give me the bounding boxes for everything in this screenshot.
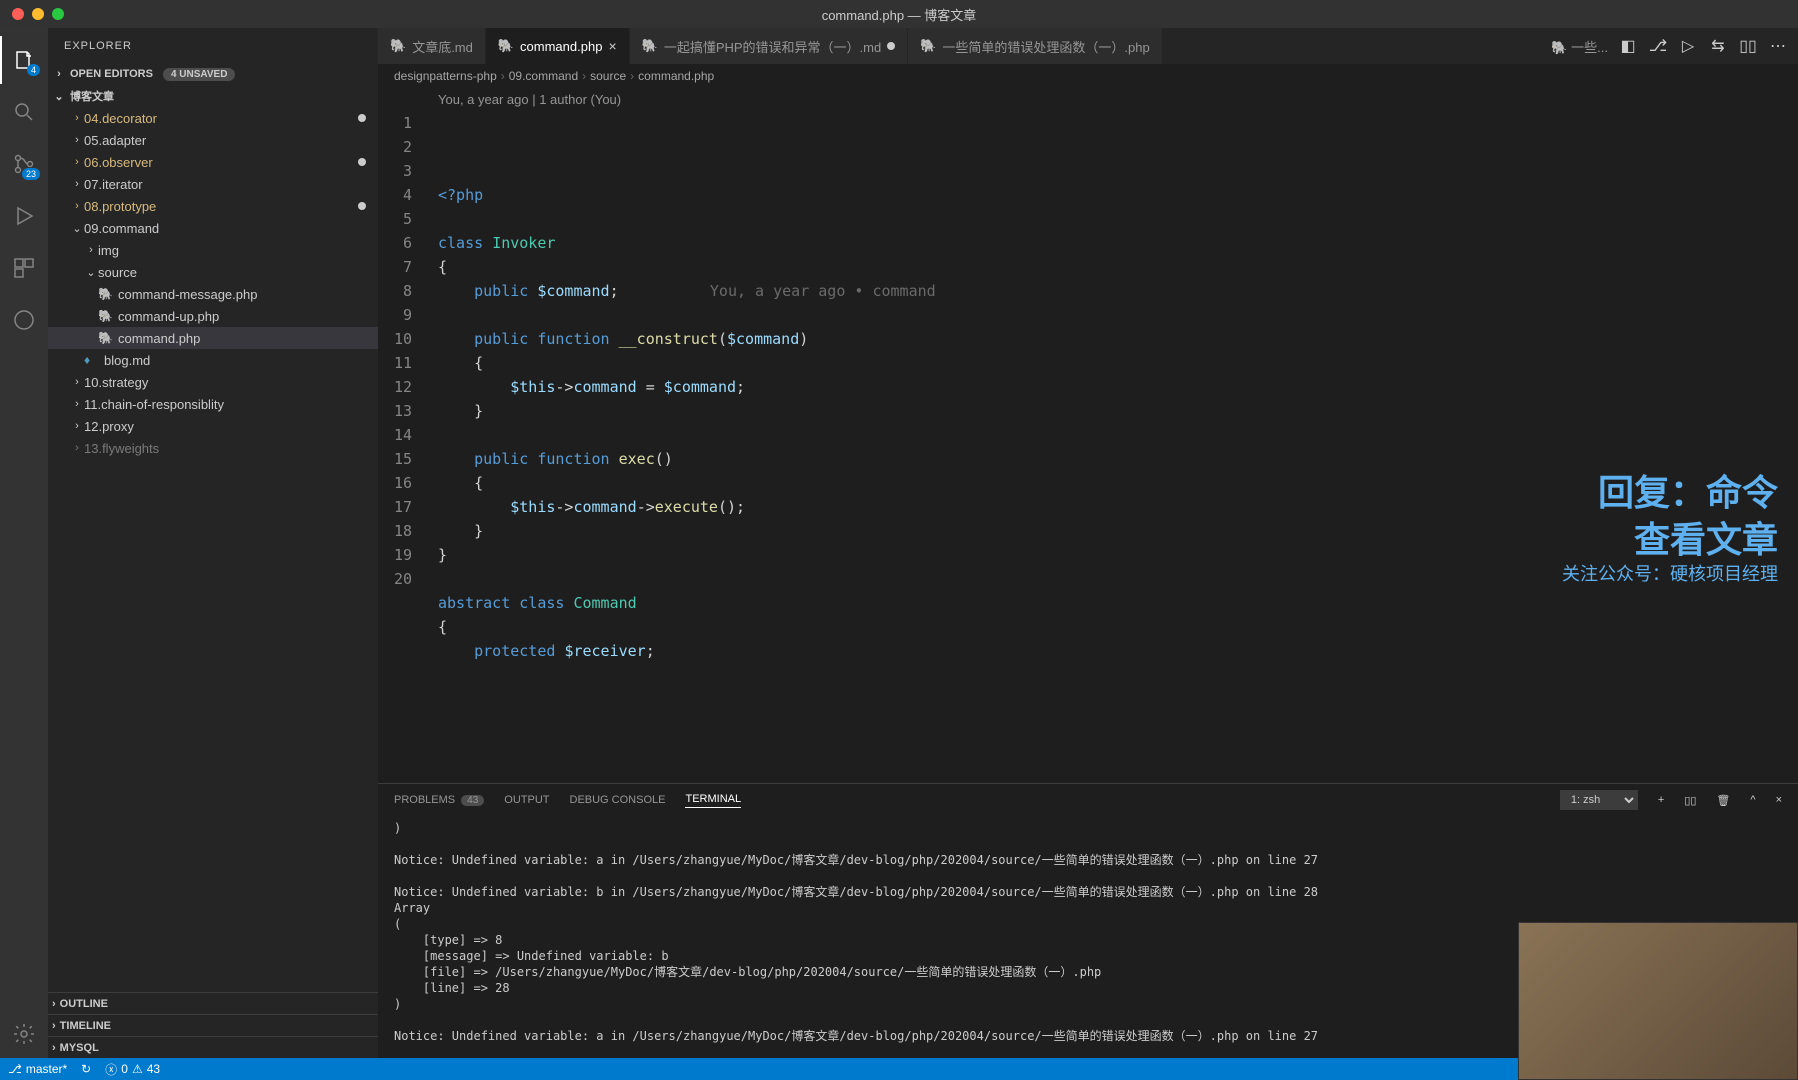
editor-tab[interactable]: 🐘一些简单的错误处理函数（一）.php [908, 28, 1163, 64]
folder-item[interactable]: ›06.observer [48, 151, 378, 173]
activity-bar: 4 23 [0, 28, 48, 1058]
webcam-overlay [1518, 922, 1798, 1080]
diff-icon[interactable]: ⇆ [1708, 36, 1728, 56]
titlebar: command.php — 博客文章 [0, 0, 1798, 28]
terminal-tab[interactable]: TERMINAL [685, 793, 741, 808]
folder-item[interactable]: ⌄source [48, 261, 378, 283]
php-icon: 🐘 [498, 38, 514, 54]
folder-item[interactable]: ›13.flyweights [48, 437, 378, 459]
editor-tab[interactable]: 🐘文章底.md [378, 28, 486, 64]
chevron-down-icon: ⌄ [52, 90, 66, 103]
folder-item[interactable]: ⌄09.command [48, 217, 378, 239]
folder-item[interactable]: ›12.proxy [48, 415, 378, 437]
php-icon: 🐘 [390, 38, 406, 54]
php-icon: 🐘 [642, 38, 658, 54]
file-item[interactable]: 🐘command-up.php [48, 305, 378, 327]
folder-item[interactable]: ›img [48, 239, 378, 261]
docker-icon[interactable] [0, 296, 48, 344]
new-terminal-icon[interactable]: + [1658, 794, 1664, 806]
maximize-panel-icon[interactable]: ^ [1750, 794, 1755, 806]
folder-item[interactable]: ›05.adapter [48, 129, 378, 151]
search-icon[interactable] [0, 88, 48, 136]
breadcrumb-item[interactable]: 09.command [509, 69, 578, 83]
git-branch[interactable]: ⎇ master* [8, 1062, 67, 1076]
git-icon[interactable]: ⎇ [1648, 36, 1668, 56]
window-title: command.php — 博客文章 [822, 5, 977, 24]
minimize-window[interactable] [32, 8, 44, 20]
maximize-window[interactable] [52, 8, 64, 20]
close-panel-icon[interactable]: × [1776, 794, 1782, 806]
sidebar: EXPLORER › OPEN EDITORS 4 UNSAVED ⌄ 博客文章… [48, 28, 378, 1058]
split-terminal-icon[interactable]: ▯▯ [1684, 794, 1696, 807]
close-window[interactable] [12, 8, 24, 20]
code-editor[interactable]: 1234567891011121314151617181920 <?phpcla… [378, 111, 1798, 783]
file-tree: ›04.decorator›05.adapter›06.observer›07.… [48, 107, 378, 992]
problems-status[interactable]: ⓧ 0 ⚠ 43 [105, 1061, 160, 1078]
folder-item[interactable]: ›08.prototype [48, 195, 378, 217]
minimap[interactable] [1738, 111, 1798, 211]
panel-tabs: PROBLEMS43 OUTPUT DEBUG CONSOLE TERMINAL… [378, 784, 1798, 816]
folder-item[interactable]: ›11.chain-of-responsiblity [48, 393, 378, 415]
editor-tab[interactable]: 🐘一起搞懂PHP的错误和异常（一）.md [630, 28, 909, 64]
folder-item[interactable]: ›10.strategy [48, 371, 378, 393]
settings-gear-icon[interactable] [0, 1010, 48, 1058]
problems-tab[interactable]: PROBLEMS43 [394, 794, 484, 806]
file-item[interactable]: 🐘command-message.php [48, 283, 378, 305]
editor-tab[interactable]: 🐘command.php× [486, 28, 630, 64]
explorer-icon[interactable]: 4 [0, 36, 48, 84]
open-editors-section[interactable]: › OPEN EDITORS 4 UNSAVED [48, 63, 378, 85]
split-icon[interactable]: ▯▯ [1738, 36, 1758, 56]
folder-item[interactable]: ›04.decorator [48, 107, 378, 129]
breadcrumbs[interactable]: designpatterns-php›09.command›source›com… [378, 64, 1798, 88]
modified-indicator [887, 42, 895, 50]
close-tab-icon[interactable]: × [608, 38, 616, 54]
sidebar-title: EXPLORER [48, 28, 378, 63]
editor-tabs: 🐘文章底.md🐘command.php×🐘一起搞懂PHP的错误和异常（一）.md… [378, 28, 1798, 64]
folder-root-section[interactable]: ⌄ 博客文章 [48, 85, 378, 107]
debug-console-tab[interactable]: DEBUG CONSOLE [570, 794, 666, 806]
line-numbers: 1234567891011121314151617181920 [378, 111, 428, 783]
git-blame-header: You, a year ago | 1 author (You) [378, 88, 1798, 111]
file-item[interactable]: ♦blog.md [48, 349, 378, 371]
more-icon[interactable]: ⋯ [1768, 36, 1788, 56]
git-sync[interactable]: ↻ [81, 1062, 91, 1076]
window-controls [0, 8, 64, 20]
editor-area: 🐘文章底.md🐘command.php×🐘一起搞懂PHP的错误和异常（一）.md… [378, 28, 1798, 1058]
chevron-right-icon: › [52, 68, 66, 80]
breadcrumb-item[interactable]: designpatterns-php [394, 69, 497, 83]
terminal-selector[interactable]: 1: zsh [1560, 790, 1638, 810]
compare-icon[interactable]: ◧ [1618, 36, 1638, 56]
extensions-icon[interactable] [0, 244, 48, 292]
kill-terminal-icon[interactable]: 🗑 [1716, 794, 1730, 807]
php-icon: 🐘 [920, 38, 936, 54]
source-control-icon[interactable]: 23 [0, 140, 48, 188]
breadcrumb-item[interactable]: command.php [638, 69, 714, 83]
run-debug-icon[interactable] [0, 192, 48, 240]
output-tab[interactable]: OUTPUT [504, 794, 549, 806]
file-item[interactable]: 🐘command.php [48, 327, 378, 349]
code-content[interactable]: <?phpclass Invoker{ public $command; You… [428, 111, 1798, 783]
breadcrumb-item[interactable]: source [590, 69, 626, 83]
sidebar-section[interactable]: ›OUTLINE [48, 992, 378, 1014]
sidebar-section[interactable]: ›TIMELINE [48, 1014, 378, 1036]
folder-item[interactable]: ›07.iterator [48, 173, 378, 195]
run-icon[interactable]: ▷ [1678, 36, 1698, 56]
sidebar-section[interactable]: ›MYSQL [48, 1036, 378, 1058]
